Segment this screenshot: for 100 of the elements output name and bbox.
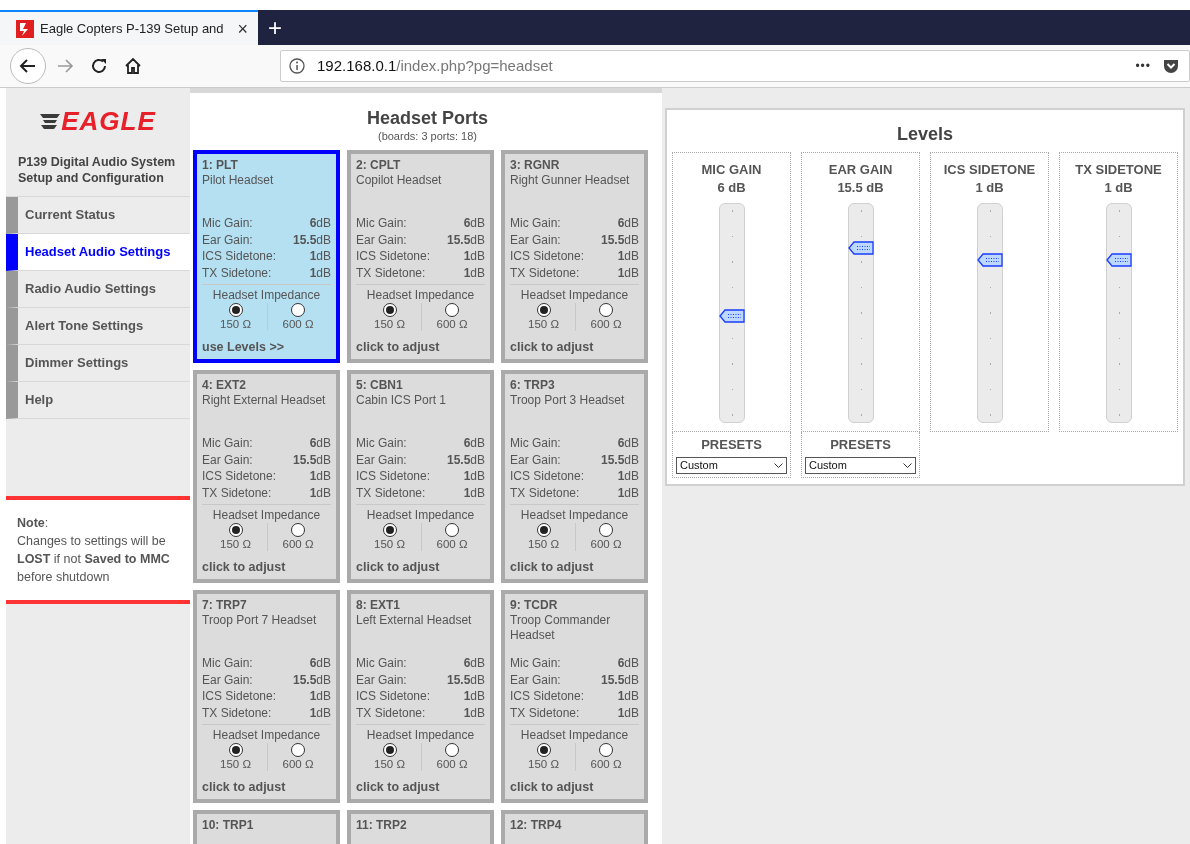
forward-arrow-icon[interactable] <box>56 57 74 75</box>
radio-button[interactable] <box>382 743 397 757</box>
stat-label: Ear Gain: <box>356 451 407 468</box>
stat-label: ICS Sidetone: <box>356 248 431 265</box>
note-text: Changes to settings will be LOST if not Saved to MMC before shutdown <box>17 533 171 586</box>
radio-button[interactable] <box>536 743 551 757</box>
radio-button[interactable] <box>536 523 551 537</box>
stat-value: 6dB <box>463 435 485 452</box>
new-tab-button[interactable]: + <box>262 10 288 45</box>
stat-value: 1dB <box>463 468 485 485</box>
tab-title: Eagle Copters P-139 Setup and <box>40 19 225 38</box>
impedance-label: Headset Impedance <box>211 727 322 743</box>
radio-button[interactable] <box>291 303 305 317</box>
slider-thumb[interactable] <box>847 241 874 256</box>
port-card[interactable]: 6: TRP3 Troop Port 3 Headset Mic Gain: 6dB Ear Gain: 15.5dB ICS Sidetone: 1dB TX Sidetone: 1dB Headset Impedance 150 Ω 600 Ω click to adjust <box>501 370 648 583</box>
stat-value: 6dB <box>463 655 485 672</box>
radio-button[interactable] <box>445 743 459 757</box>
browser-tab[interactable]: Eagle Copters P-139 Setup and × <box>0 10 258 45</box>
port-name: Troop Port 7 Headset <box>202 613 318 628</box>
stat-value: 15.5dB <box>446 451 485 468</box>
radio-button[interactable] <box>228 523 243 537</box>
stat-value: 15.5dB <box>292 671 331 688</box>
impedance-option-label: 150 Ω <box>528 537 559 551</box>
logo-text: EAGLE <box>61 108 156 134</box>
slider-track[interactable] <box>976 203 1003 423</box>
presets-dropdown[interactable]: Custom <box>805 457 916 474</box>
back-button[interactable] <box>10 48 46 84</box>
radio-button[interactable] <box>228 303 243 317</box>
radio-button[interactable] <box>599 523 613 537</box>
port-card[interactable]: 1: PLT Pilot Headset Mic Gain: 6dB Ear Gain: 15.5dB ICS Sidetone: 1dB TX Sidetone: 1dB Headset Impedance 150 Ω 600 Ω use Levels >> <box>193 150 340 363</box>
port-title: 4: EXT2 <box>202 378 247 393</box>
stat-label: ICS Sidetone: <box>202 688 277 705</box>
port-title: 7: TRP7 <box>202 598 248 613</box>
stat-label: Ear Gain: <box>356 231 407 248</box>
port-card[interactable]: 5: CBN1 Cabin ICS Port 1 Mic Gain: 6dB Ear Gain: 15.5dB ICS Sidetone: 1dB TX Sidetone: 1dB Headset Impedance 150 Ω 600 Ω click to adjust <box>347 370 494 583</box>
presets-dropdown[interactable]: Custom <box>676 457 787 474</box>
stat-value: 6dB <box>617 435 639 452</box>
impedance-option-label: 600 Ω <box>590 317 622 331</box>
port-card[interactable]: 11: TRP2 <box>347 810 494 844</box>
card-link[interactable]: click to adjust <box>510 560 594 575</box>
card-link[interactable]: click to adjust <box>356 340 440 355</box>
radio-button[interactable] <box>445 523 459 537</box>
stat-label: ICS Sidetone: <box>202 248 277 265</box>
card-link[interactable]: click to adjust <box>202 780 286 795</box>
stat-value: 15.5dB <box>446 671 485 688</box>
port-card[interactable]: 8: EXT1 Left External Headset Mic Gain: 6dB Ear Gain: 15.5dB ICS Sidetone: 1dB TX Sidetone: 1dB Headset Impedance 150 Ω 600 Ω click to adjust <box>347 590 494 803</box>
radio-button[interactable] <box>382 523 397 537</box>
stat-value: 1dB <box>309 264 331 281</box>
address-bar[interactable]: 192.168.0.1/index.php?pg=headset ••• <box>280 50 1190 82</box>
stat-value: 1dB <box>309 248 331 265</box>
pocket-icon[interactable] <box>1163 58 1179 74</box>
port-title: 3: RGNR <box>510 158 561 173</box>
nav-item[interactable]: Headset Audio Settings <box>6 234 190 271</box>
card-link[interactable]: click to adjust <box>356 560 440 575</box>
port-card[interactable]: 7: TRP7 Troop Port 7 Headset Mic Gain: 6dB Ear Gain: 15.5dB ICS Sidetone: 1dB TX Sidetone: 1dB Headset Impedance 150 Ω 600 Ω click to adjust <box>193 590 340 803</box>
radio-button[interactable] <box>599 743 613 757</box>
stat-value: 1dB <box>617 484 639 501</box>
radio-button[interactable] <box>291 743 305 757</box>
slider-track[interactable] <box>847 203 874 423</box>
radio-button[interactable] <box>536 303 551 317</box>
port-card[interactable]: 2: CPLT Copilot Headset Mic Gain: 6dB Ear Gain: 15.5dB ICS Sidetone: 1dB TX Sidetone: 1dB Headset Impedance 150 Ω 600 Ω click to adjust <box>347 150 494 363</box>
stat-value: 1dB <box>463 704 485 721</box>
impedance-option-label: 150 Ω <box>528 317 559 331</box>
reload-icon[interactable] <box>90 57 108 75</box>
port-title: 10: TRP1 <box>202 818 255 833</box>
tab-close-button[interactable]: × <box>237 19 248 38</box>
port-card[interactable]: 12: TRP4 <box>501 810 648 844</box>
home-icon[interactable] <box>124 57 142 75</box>
stat-label: TX Sidetone: <box>510 704 580 721</box>
radio-button[interactable] <box>382 303 397 317</box>
slider-thumb[interactable] <box>976 253 1003 268</box>
card-link[interactable]: click to adjust <box>202 560 286 575</box>
page-actions-button[interactable]: ••• <box>1135 57 1151 75</box>
slider-track[interactable] <box>718 203 745 423</box>
radio-button[interactable] <box>599 303 613 317</box>
port-card[interactable]: 10: TRP1 <box>193 810 340 844</box>
impedance-label: Headset Impedance <box>365 507 476 523</box>
port-card[interactable]: 3: RGNR Right Gunner Headset Mic Gain: 6dB Ear Gain: 15.5dB ICS Sidetone: 1dB TX Sidetone: 1dB Headset Impedance 150 Ω 600 Ω click to adjust <box>501 150 648 363</box>
slider-track[interactable] <box>1105 203 1132 423</box>
slider-thumb[interactable] <box>718 309 745 324</box>
port-card[interactable]: 9: TCDR Troop Commander Headset Mic Gain: 6dB Ear Gain: 15.5dB ICS Sidetone: 1dB TX Sidetone: 1dB Headset Impedance 150 Ω 600 Ω click to adjust <box>501 590 648 803</box>
radio-button[interactable] <box>291 523 305 537</box>
card-link[interactable]: click to adjust <box>356 780 440 795</box>
port-title: 12: TRP4 <box>510 818 563 833</box>
slider-thumb[interactable] <box>1105 253 1132 268</box>
impedance-label: Headset Impedance <box>365 287 476 303</box>
port-card[interactable]: 4: EXT2 Right External Headset Mic Gain: 6dB Ear Gain: 15.5dB ICS Sidetone: 1dB TX Sidetone: 1dB Headset Impedance 150 Ω 600 Ω click to adjust <box>193 370 340 583</box>
impedance-option-label: 600 Ω <box>282 317 314 331</box>
stat-label: ICS Sidetone: <box>510 468 585 485</box>
channel-reading: 1 dB <box>974 179 1005 197</box>
radio-button[interactable] <box>228 743 243 757</box>
impedance-option-label: 600 Ω <box>282 537 314 551</box>
stat-label: Mic Gain: <box>510 435 561 452</box>
card-link[interactable]: click to adjust <box>510 340 594 355</box>
card-link[interactable]: click to adjust <box>510 780 594 795</box>
port-name: Troop Port 3 Headset <box>510 393 626 408</box>
radio-button[interactable] <box>445 303 459 317</box>
card-link[interactable]: use Levels >> <box>202 340 284 355</box>
stat-label: TX Sidetone: <box>202 704 272 721</box>
port-title: 2: CPLT <box>356 158 402 173</box>
